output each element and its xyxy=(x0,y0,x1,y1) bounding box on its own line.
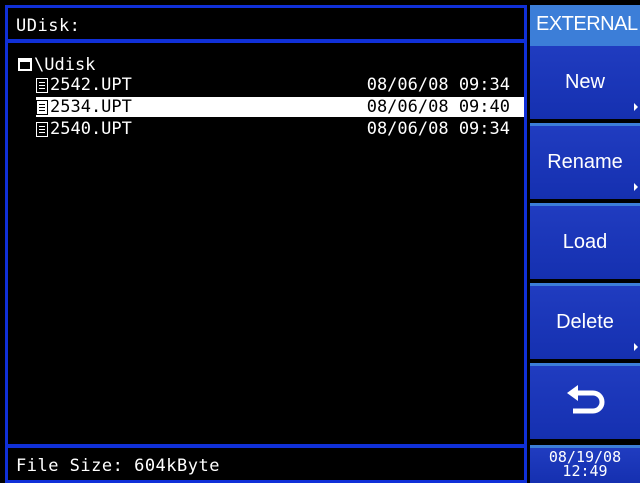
delete-button[interactable]: Delete xyxy=(530,283,640,359)
new-button-label: New xyxy=(564,71,605,93)
file-name: 2542.UPT xyxy=(50,75,132,95)
file-date: 08/06/08 09:34 xyxy=(366,75,510,95)
delete-button-label: Delete xyxy=(556,311,614,333)
file-row-selected[interactable]: 2534.UPT 08/06/08 09:40 xyxy=(36,97,524,117)
return-arrow-icon xyxy=(567,384,605,413)
file-icon xyxy=(36,99,48,115)
submenu-arrow-icon xyxy=(634,103,638,111)
rename-button[interactable]: Rename xyxy=(530,123,640,199)
file-name: 2540.UPT xyxy=(50,119,132,139)
folder-icon xyxy=(18,57,32,71)
file-icon xyxy=(36,121,48,137)
rename-button-label: Rename xyxy=(547,151,623,173)
title-label: UDisk: xyxy=(16,16,81,36)
file-date: 08/06/08 09:34 xyxy=(366,119,510,139)
status-bar: File Size: 604kByte xyxy=(5,445,527,483)
load-button[interactable]: Load xyxy=(530,203,640,279)
load-button-label: Load xyxy=(562,231,608,253)
file-size-status: File Size: 604kByte xyxy=(16,456,220,476)
title-bar: UDisk: xyxy=(5,5,527,43)
file-row[interactable]: 2540.UPT 08/06/08 09:34 xyxy=(36,119,524,139)
file-browser-panel: \Udisk 2542.UPT 08/06/08 09:34 2534.UPT … xyxy=(5,43,527,447)
tree-root-folder[interactable]: \Udisk xyxy=(18,55,95,75)
softkey-menu: EXTERNAL New Rename Load Delete 08/19/08… xyxy=(530,5,640,483)
back-button[interactable] xyxy=(530,363,640,439)
file-date: 08/06/08 09:40 xyxy=(366,97,510,117)
tree-root-label: \Udisk xyxy=(34,55,96,75)
new-button[interactable]: New xyxy=(530,43,640,119)
clock-display: 08/19/08 12:49 xyxy=(530,445,640,483)
time-readout: 12:49 xyxy=(562,462,608,480)
file-row[interactable]: 2542.UPT 08/06/08 09:34 xyxy=(36,75,524,95)
menu-header: EXTERNAL xyxy=(530,5,640,43)
submenu-arrow-icon xyxy=(634,343,638,351)
file-name: 2534.UPT xyxy=(50,97,132,117)
file-icon xyxy=(36,77,48,93)
submenu-arrow-icon xyxy=(634,183,638,191)
